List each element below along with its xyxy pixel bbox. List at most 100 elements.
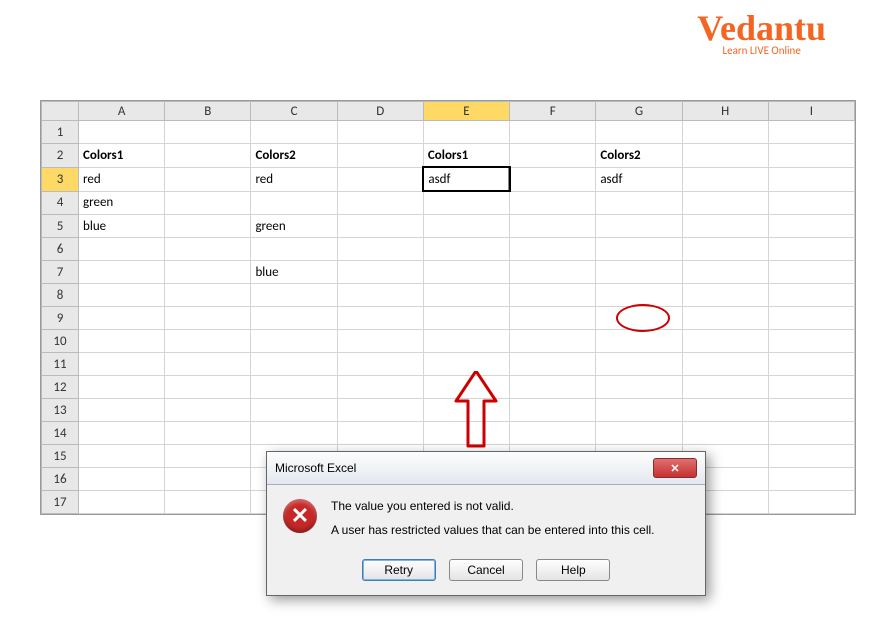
cell[interactable] (165, 422, 251, 445)
cell[interactable] (251, 376, 337, 399)
cell[interactable] (682, 215, 768, 238)
close-button[interactable]: ✕ (653, 458, 697, 478)
cell[interactable] (510, 399, 596, 422)
cell[interactable] (251, 422, 337, 445)
row-header[interactable]: 15 (42, 445, 79, 468)
dropdown-icon[interactable]: ▼ (508, 167, 510, 191)
cell[interactable]: green (79, 191, 165, 215)
cell[interactable] (768, 238, 854, 261)
cell[interactable] (510, 191, 596, 215)
cell[interactable] (79, 399, 165, 422)
cell[interactable] (768, 468, 854, 491)
cell[interactable] (768, 284, 854, 307)
corner-header[interactable] (42, 102, 79, 121)
cell[interactable] (423, 330, 509, 353)
cell[interactable] (768, 445, 854, 468)
cell[interactable] (682, 307, 768, 330)
cell[interactable] (423, 399, 509, 422)
cell[interactable] (251, 353, 337, 376)
row-header[interactable]: 10 (42, 330, 79, 353)
cell[interactable] (165, 144, 251, 168)
cell[interactable] (510, 284, 596, 307)
cell[interactable] (337, 191, 423, 215)
cell[interactable] (165, 167, 251, 191)
cell[interactable] (165, 399, 251, 422)
cell[interactable] (423, 215, 509, 238)
cell[interactable] (79, 307, 165, 330)
cell[interactable] (768, 376, 854, 399)
cell[interactable] (682, 422, 768, 445)
row-header[interactable]: 11 (42, 353, 79, 376)
cell[interactable] (682, 399, 768, 422)
row-header[interactable]: 6 (42, 238, 79, 261)
column-header[interactable]: H (682, 102, 768, 121)
cell[interactable] (682, 144, 768, 168)
cell[interactable] (510, 376, 596, 399)
cell[interactable] (510, 422, 596, 445)
column-header[interactable]: B (165, 102, 251, 121)
cell[interactable] (79, 284, 165, 307)
cell[interactable] (682, 376, 768, 399)
cell[interactable] (165, 121, 251, 144)
cell[interactable] (510, 215, 596, 238)
cell[interactable] (768, 353, 854, 376)
row-header[interactable]: 2 (42, 144, 79, 168)
cell[interactable] (251, 307, 337, 330)
cell[interactable] (682, 353, 768, 376)
cell[interactable] (165, 491, 251, 514)
cell[interactable] (596, 238, 682, 261)
cell[interactable] (251, 191, 337, 215)
cell[interactable] (682, 191, 768, 215)
cell[interactable]: green (251, 215, 337, 238)
row-header[interactable]: 14 (42, 422, 79, 445)
cell[interactable] (768, 422, 854, 445)
cell[interactable] (79, 261, 165, 284)
row-header[interactable]: 8 (42, 284, 79, 307)
cell[interactable] (337, 284, 423, 307)
column-header[interactable]: D (337, 102, 423, 121)
cell[interactable] (596, 399, 682, 422)
cell[interactable] (337, 376, 423, 399)
cell[interactable] (510, 353, 596, 376)
cell[interactable] (79, 330, 165, 353)
cell[interactable] (337, 261, 423, 284)
cell[interactable] (337, 330, 423, 353)
cell[interactable] (79, 445, 165, 468)
cell[interactable] (423, 238, 509, 261)
cell[interactable] (79, 353, 165, 376)
cell[interactable] (165, 191, 251, 215)
cell[interactable] (510, 307, 596, 330)
cell[interactable] (251, 238, 337, 261)
cell[interactable] (768, 491, 854, 514)
cell[interactable] (165, 215, 251, 238)
column-header[interactable]: C (251, 102, 337, 121)
cell[interactable] (79, 238, 165, 261)
cell[interactable] (337, 399, 423, 422)
cell[interactable]: blue (251, 261, 337, 284)
cell[interactable] (510, 238, 596, 261)
cell[interactable] (165, 330, 251, 353)
cell[interactable] (768, 167, 854, 191)
cell[interactable] (79, 468, 165, 491)
cancel-button[interactable]: Cancel (449, 559, 523, 581)
cell[interactable] (337, 307, 423, 330)
cell[interactable] (510, 144, 596, 168)
cell[interactable] (165, 376, 251, 399)
cell[interactable] (165, 284, 251, 307)
cell[interactable] (768, 261, 854, 284)
help-button[interactable]: Help (536, 559, 610, 581)
cell[interactable] (337, 215, 423, 238)
cell[interactable] (596, 121, 682, 144)
cell[interactable] (768, 191, 854, 215)
column-header[interactable]: F (510, 102, 596, 121)
cell[interactable] (510, 167, 596, 191)
row-header[interactable]: 4 (42, 191, 79, 215)
cell[interactable]: asdf▼ (423, 167, 509, 191)
cell[interactable] (596, 422, 682, 445)
cell[interactable] (682, 330, 768, 353)
cell[interactable] (423, 353, 509, 376)
cell[interactable]: Colors2 (596, 144, 682, 168)
cell[interactable] (423, 422, 509, 445)
retry-button[interactable]: Retry (362, 559, 436, 581)
cell[interactable] (337, 422, 423, 445)
